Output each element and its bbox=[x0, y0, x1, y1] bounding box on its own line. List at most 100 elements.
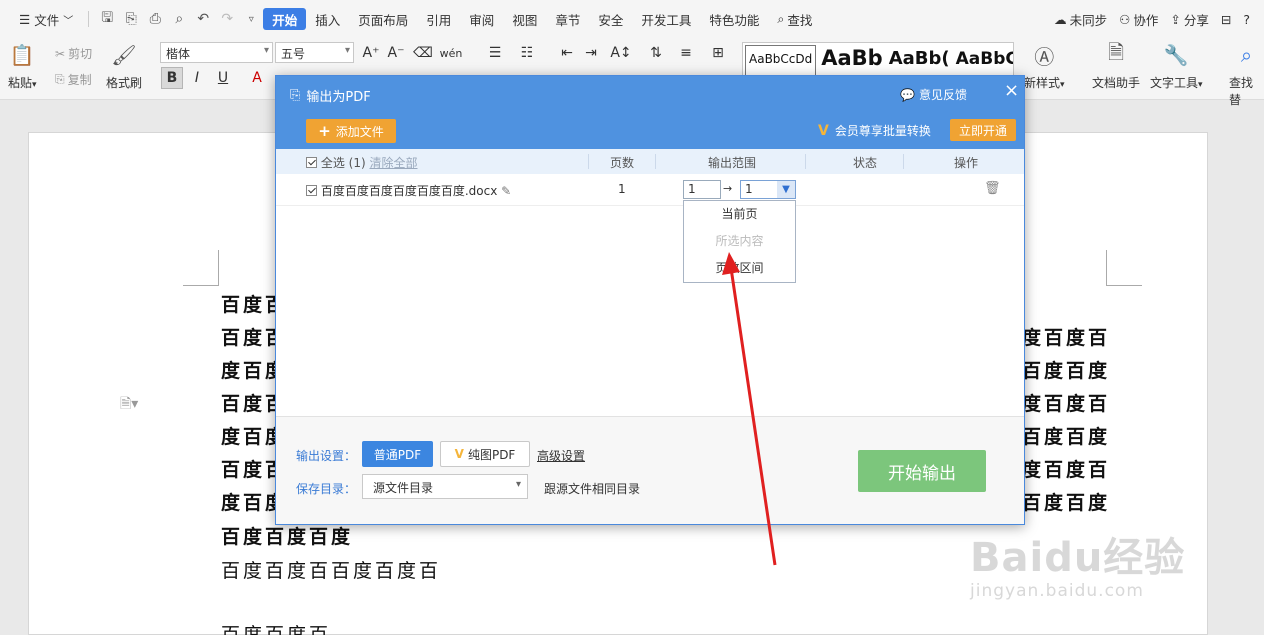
trash-icon[interactable]: 🗑 bbox=[984, 181, 1001, 196]
separator bbox=[88, 11, 90, 27]
font-size-select[interactable]: 五号 bbox=[275, 42, 354, 63]
save-dir-select[interactable]: 源文件目录 bbox=[362, 474, 528, 499]
pure-image-pdf-button[interactable]: V 纯图PDF bbox=[440, 441, 530, 467]
tab-page-layout[interactable]: 页面布局 bbox=[349, 8, 417, 30]
dialog-header: ⎘ 输出为PDF 💬 意见反馈 × + 添加文件 V 会员尊享批量转换 立即开通 bbox=[276, 76, 1024, 149]
format-painter-button[interactable]: 🖌 格式刷 bbox=[106, 42, 142, 91]
font-color-button[interactable]: A bbox=[246, 67, 268, 89]
save-icon[interactable]: 🖫 bbox=[95, 7, 119, 31]
tab-developer[interactable]: 开发工具 bbox=[632, 8, 700, 30]
file-pages: 1 bbox=[618, 182, 626, 196]
shrink-font-icon[interactable]: A⁻ bbox=[385, 42, 407, 64]
help-button[interactable]: ? bbox=[1237, 8, 1256, 30]
find-replace-button[interactable]: ⌕ 查找替 bbox=[1229, 42, 1264, 108]
clear-all-link[interactable]: 清除全部 bbox=[369, 156, 417, 170]
search-icon: ⌕ bbox=[777, 11, 785, 26]
column-separator bbox=[805, 154, 806, 169]
add-file-button[interactable]: + 添加文件 bbox=[306, 119, 396, 143]
pdf-export-icon: ⎘ bbox=[290, 88, 301, 103]
option-page-range[interactable]: 页数区间 bbox=[684, 255, 795, 282]
paragraph-layout-icon[interactable]: 🗎▾ bbox=[120, 393, 138, 417]
watermark-url: jingyan.baidu.com bbox=[970, 581, 1144, 601]
line-spacing-icon[interactable]: ≡ bbox=[675, 42, 697, 64]
file-checkbox[interactable] bbox=[306, 185, 317, 196]
col-pages: 页数 bbox=[610, 156, 635, 170]
print-icon[interactable]: ⎙ bbox=[143, 11, 167, 27]
search-button[interactable]: ⌕ 查找 bbox=[768, 8, 821, 30]
tab-review[interactable]: 审阅 bbox=[460, 8, 503, 30]
user-icon: ⚇ bbox=[1119, 11, 1131, 27]
file-menu[interactable]: ☰ 文件 ﹀ bbox=[10, 8, 82, 30]
edit-icon[interactable]: ✎ bbox=[501, 184, 511, 198]
outdent-icon[interactable]: ⇤ bbox=[556, 42, 578, 64]
doc-text-line: 度百度百 bbox=[1022, 393, 1111, 415]
doc-text-line: 百度百度百度 bbox=[221, 526, 354, 548]
window-menu-icon[interactable]: ⊟ bbox=[1215, 8, 1237, 30]
phonetic-icon[interactable]: wén bbox=[440, 42, 463, 64]
file-row: 百度百度百度百度百度百度.docx ✎ 1 1 → 1 ▼ 🗑 bbox=[276, 174, 1024, 206]
chat-bubble-icon: 💬 bbox=[900, 87, 915, 102]
tab-features[interactable]: 特色功能 bbox=[700, 8, 768, 30]
eraser-icon[interactable]: ⌫ bbox=[412, 42, 434, 64]
style-heading-2[interactable]: AaBb( bbox=[886, 43, 953, 79]
scissors-icon: ✂ bbox=[55, 46, 66, 61]
normal-pdf-button[interactable]: 普通PDF bbox=[362, 441, 433, 467]
doc-text-line: 百度百度 bbox=[1022, 492, 1111, 514]
share-button[interactable]: ⇪ 分享 bbox=[1164, 8, 1215, 30]
italic-button[interactable]: I bbox=[186, 67, 208, 89]
advanced-settings-link[interactable]: 高级设置 bbox=[537, 447, 585, 464]
text-direction-icon[interactable]: A↕ bbox=[610, 42, 632, 64]
option-current-page[interactable]: 当前页 bbox=[684, 201, 795, 228]
new-style-icon: Ⓐ bbox=[1034, 44, 1055, 69]
checkbox-checked[interactable] bbox=[306, 157, 317, 168]
indent-icon[interactable]: ⇥ bbox=[580, 42, 602, 64]
hamburger-icon: ☰ bbox=[19, 11, 31, 27]
tab-security[interactable]: 安全 bbox=[589, 8, 632, 30]
start-output-button[interactable]: 开始输出 bbox=[858, 450, 986, 492]
output-icon[interactable]: ⎘ bbox=[119, 11, 143, 27]
tab-references[interactable]: 引用 bbox=[417, 8, 460, 30]
style-heading-1[interactable]: AaBb bbox=[818, 43, 885, 79]
select-all-checkbox[interactable]: 全选 (1) 清除全部 bbox=[306, 154, 418, 171]
tab-start[interactable]: 开始 bbox=[263, 8, 307, 30]
text-tools-button[interactable]: 🔧 文字工具▾ bbox=[1150, 42, 1203, 91]
chevron-down-icon: ﹀ bbox=[63, 15, 74, 27]
undo-icon[interactable]: ↶ bbox=[191, 11, 215, 27]
table-icon[interactable]: ⊞ bbox=[707, 42, 729, 64]
paste-button[interactable]: 📋 粘贴▾ bbox=[8, 42, 37, 91]
redo-icon[interactable]: ↷ bbox=[215, 11, 239, 27]
feedback-link[interactable]: 💬 意见反馈 bbox=[900, 86, 967, 103]
range-to-select[interactable]: 1 ▼ bbox=[740, 180, 796, 199]
sync-button[interactable]: ☁ 未同步 bbox=[1048, 8, 1113, 30]
option-selection: 所选内容 bbox=[715, 234, 764, 248]
underline-button[interactable]: U bbox=[212, 67, 234, 89]
customize-icon[interactable]: ▿ bbox=[239, 14, 263, 25]
column-separator bbox=[903, 154, 904, 169]
numbering-icon[interactable]: ☷ bbox=[516, 42, 538, 64]
caret-down-icon[interactable]: ▼ bbox=[777, 181, 795, 198]
tab-view[interactable]: 视图 bbox=[503, 8, 546, 30]
doc-assistant-button[interactable]: 🗎 文档助手 bbox=[1092, 40, 1140, 91]
open-vip-button[interactable]: 立即开通 bbox=[950, 119, 1016, 141]
vip-icon: V bbox=[454, 447, 464, 461]
grow-font-icon[interactable]: A⁺ bbox=[360, 42, 382, 64]
font-name-select[interactable]: 楷体 bbox=[160, 42, 273, 63]
save-dir-note: 跟源文件相同目录 bbox=[544, 482, 641, 496]
doc-text-line: 百度百度 bbox=[1022, 426, 1111, 448]
sort-icon[interactable]: ⇅ bbox=[645, 42, 667, 64]
cut-button[interactable]: ✂ 剪切 bbox=[55, 45, 92, 62]
dialog-footer: 输出设置： 普通PDF V纯图PDF 高级设置 保存目录： 源文件目录 跟源文件… bbox=[276, 416, 1024, 524]
print-preview-icon[interactable]: ⌕ bbox=[167, 11, 191, 27]
style-heading-3[interactable]: AaBbC( bbox=[953, 43, 1013, 79]
range-from-input[interactable]: 1 bbox=[683, 180, 721, 199]
collab-button[interactable]: ⚇ 协作 bbox=[1113, 8, 1164, 30]
tab-chapter[interactable]: 章节 bbox=[546, 8, 589, 30]
close-icon[interactable]: × bbox=[1004, 80, 1019, 101]
new-style-button[interactable]: Ⓐ 新样式▾ bbox=[1024, 42, 1065, 91]
style-normal[interactable]: AaBbCcDd bbox=[745, 45, 817, 77]
copy-button[interactable]: ⎘ 复制 bbox=[55, 71, 92, 88]
bullets-icon[interactable]: ☰ bbox=[484, 42, 506, 64]
share-icon: ⇪ bbox=[1170, 11, 1181, 27]
tab-insert[interactable]: 插入 bbox=[306, 8, 349, 30]
bold-button[interactable]: B bbox=[161, 67, 183, 89]
